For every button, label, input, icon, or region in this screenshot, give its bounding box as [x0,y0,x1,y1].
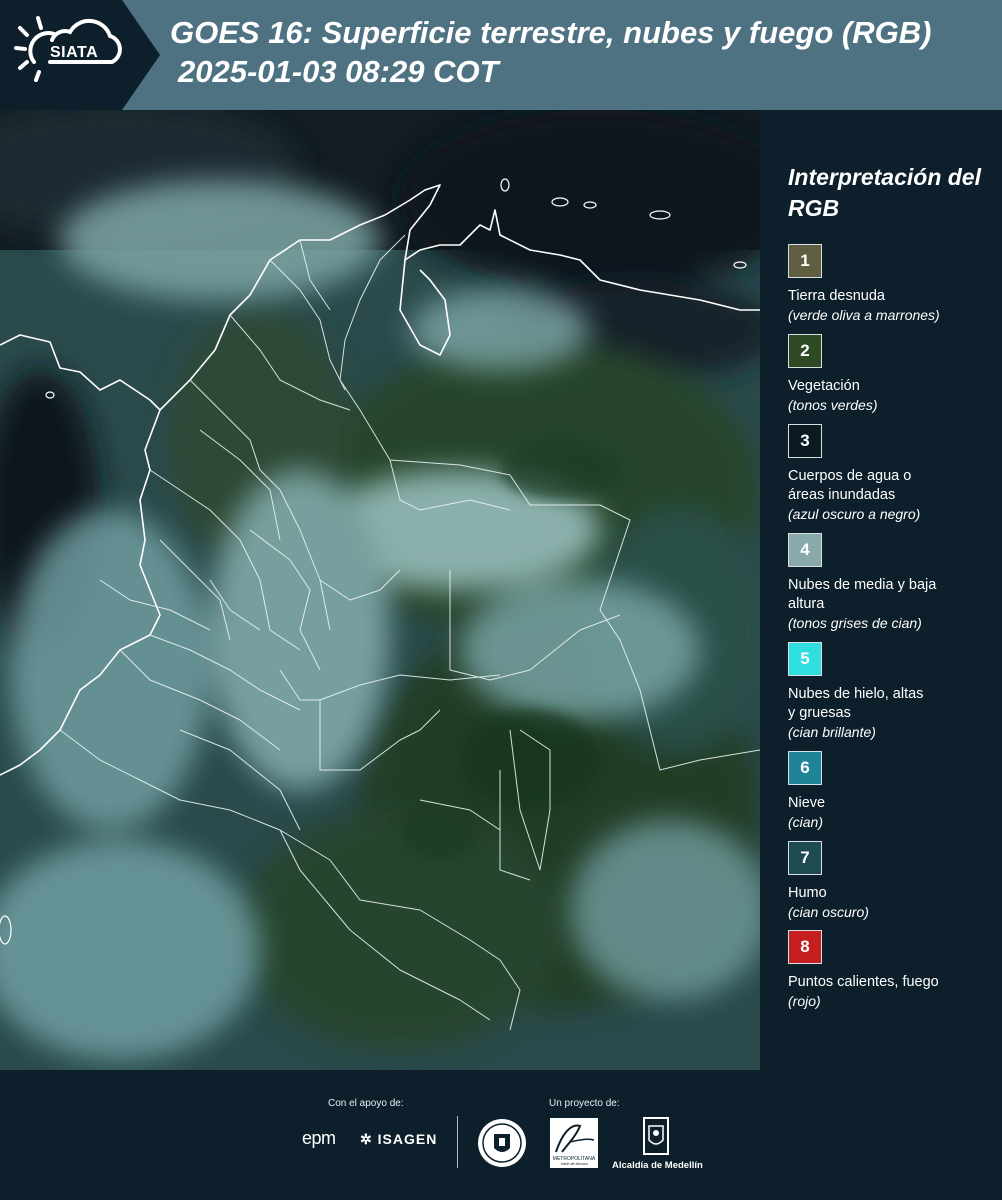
legend-number: 2 [800,341,810,360]
legend-label: Puntos calientes, fuego [788,974,939,990]
legend-item-nubes-hielo: 5 Nubes de hielo, altas y gruesas (cian … [788,642,998,742]
legend-number: 3 [800,431,810,450]
legend-number: 5 [800,649,810,668]
legend-panel: Interpretación del RGB 1 Tierra desnuda … [770,110,1002,1070]
legend-sublabel: (azul oscuro a negro) [788,506,921,522]
legend-title: Interpretación del RGB [788,164,981,221]
legend-sublabel: (verde oliva a marrones) [788,307,940,323]
epm-logo[interactable]: epm [302,1128,336,1149]
legend-label: Tierra desnuda [788,288,885,304]
legend-number: 8 [800,937,810,956]
legend-label: Vegetación [788,378,860,394]
legend-swatch: 2 [788,334,822,368]
area-metropolitana-icon: METROPOLITANA Valle de Aburrá [553,1124,596,1166]
legend-sublabel: (cian brillante) [788,724,876,740]
legend-label: Nubes de media y baja altura [788,577,937,612]
isagen-logo[interactable]: ✲ ISAGEN [360,1131,437,1148]
legend-label: Humo [788,885,827,901]
legend-label: Nieve [788,795,826,811]
legend-sublabel: (rojo) [788,993,821,1009]
legend-sublabel: (cian oscuro) [788,904,869,920]
page-timestamp: 2025-01-03 08:29 COT [178,54,499,89]
legend-number: 7 [800,848,810,867]
legend-item-nubes-media: 4 Nubes de media y baja altura (tonos gr… [788,533,998,633]
legend-sublabel: (tonos grises de cian) [788,615,922,631]
satellite-map[interactable] [0,110,760,1070]
satellite-image [0,110,760,1070]
legend-swatch: 8 [788,930,822,964]
legend-number: 4 [800,540,810,559]
alcaldia-logo-text[interactable]: Alcaldía de Medellín [612,1160,703,1171]
legend-sublabel: (cian) [788,814,824,830]
legend-item-tierra-desnuda: 1 Tierra desnuda (verde oliva a marrones… [788,244,998,325]
area-metropolitana-logo[interactable]: METROPOLITANA Valle de Aburrá [550,1118,598,1168]
legend-sublabel: (tonos verdes) [788,397,878,413]
project-caption: Un proyecto de: [549,1098,620,1109]
legend-label: Cuerpos de agua o áreas inundadas [788,468,912,503]
legend-item-cuerpos-de-agua: 3 Cuerpos de agua o áreas inundadas (azu… [788,424,998,524]
support-caption: Con el apoyo de: [328,1098,404,1109]
footer-divider [457,1116,458,1168]
legend-swatch: 3 [788,424,822,458]
legend-item-vegetacion: 2 Vegetación (tonos verdes) [788,334,998,415]
legend-number: 1 [800,251,810,270]
legend-item-humo: 7 Humo (cian oscuro) [788,841,998,922]
isagen-icon: ✲ [360,1131,373,1147]
university-seal-icon[interactable] [477,1118,527,1168]
area-logo-subtext: Valle de Aburrá [560,1161,588,1166]
siata-logo[interactable]: SIATA [0,0,160,110]
legend-item-fuego: 8 Puntos calientes, fuego (rojo) [788,930,998,1011]
page-title: GOES 16: Superficie terrestre, nubes y f… [170,15,932,50]
legend-swatch: 5 [788,642,822,676]
legend-number: 6 [800,758,810,777]
legend-swatch: 7 [788,841,822,875]
siata-logo-text: SIATA [50,44,99,61]
legend-label: Nubes de hielo, altas y gruesas [788,686,924,721]
isagen-logo-text: ISAGEN [377,1131,438,1147]
header-bar: SIATA GOES 16: Superficie terrestre, nub… [0,0,1002,110]
footer: Con el apoyo de: Un proyecto de: epm ✲ I… [0,1070,1002,1200]
legend-swatch: 6 [788,751,822,785]
legend-swatch: 1 [788,244,822,278]
legend-swatch: 4 [788,533,822,567]
alcaldia-coat-of-arms-icon[interactable] [642,1116,670,1156]
legend-item-nieve: 6 Nieve (cian) [788,751,998,832]
